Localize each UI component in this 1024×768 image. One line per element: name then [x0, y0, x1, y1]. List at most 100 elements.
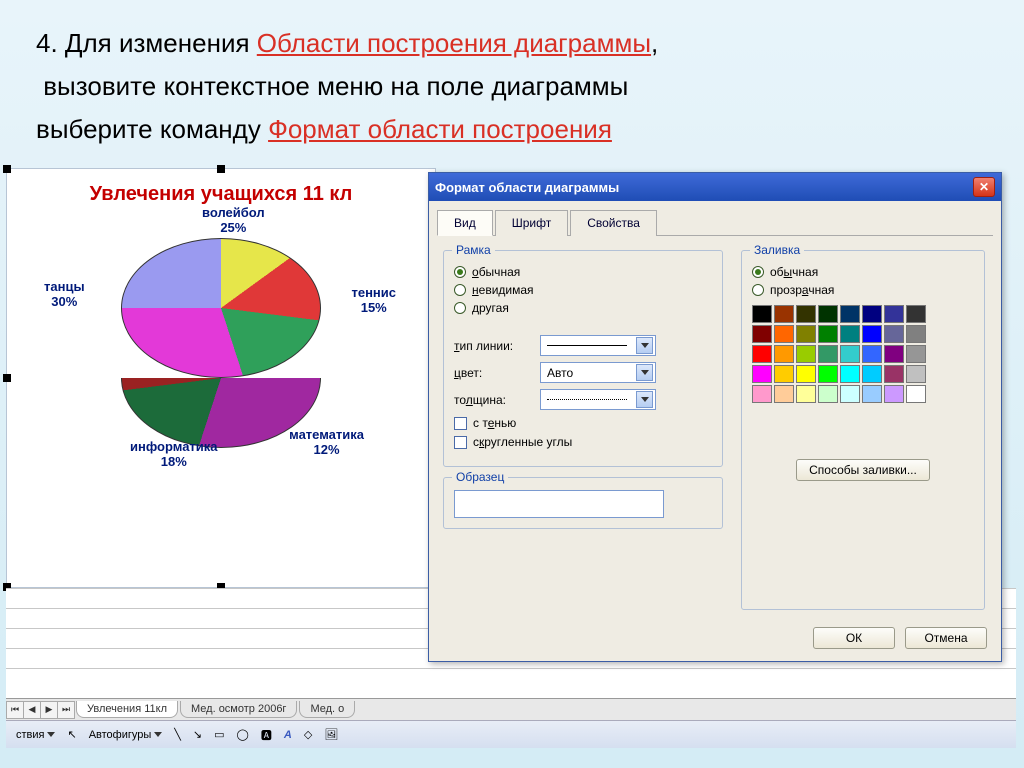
- color-swatch[interactable]: [774, 365, 794, 383]
- color-swatch[interactable]: [862, 385, 882, 403]
- chart-plot-area[interactable]: Увлечения учащихся 11 кл волейбол25% тен…: [6, 168, 436, 588]
- tab-font[interactable]: Шрифт: [495, 210, 568, 236]
- tab-properties[interactable]: Свойства: [570, 210, 657, 236]
- checkbox-rounded[interactable]: скругленные углы: [454, 435, 712, 449]
- color-swatch[interactable]: [840, 365, 860, 383]
- wordart-tool-icon[interactable]: A: [280, 727, 296, 743]
- oval-tool-icon[interactable]: ◯: [233, 726, 253, 743]
- color-swatch[interactable]: [796, 365, 816, 383]
- color-swatch[interactable]: [840, 325, 860, 343]
- color-swatch[interactable]: [818, 385, 838, 403]
- sample-preview: [454, 490, 664, 518]
- instr-prefix: 4. Для изменения: [36, 28, 257, 58]
- color-swatch[interactable]: [906, 345, 926, 363]
- sample-legend: Образец: [452, 470, 508, 484]
- pie-label-informatics: информатика18%: [130, 440, 218, 470]
- sheet-tab-2[interactable]: Мед. осмотр 2006г: [180, 701, 297, 718]
- color-swatch[interactable]: [862, 325, 882, 343]
- checkbox-shadow[interactable]: с тенью: [454, 416, 712, 430]
- color-swatch[interactable]: [840, 385, 860, 403]
- color-swatch[interactable]: [906, 365, 926, 383]
- color-swatch[interactable]: [884, 325, 904, 343]
- color-swatch[interactable]: [840, 305, 860, 323]
- format-chart-area-dialog: Формат области диаграммы ✕ Вид Шрифт Сво…: [428, 172, 1002, 662]
- pie-label-dance: танцы30%: [44, 280, 85, 310]
- instruction-text: 4. Для изменения Области построения диаг…: [0, 0, 1024, 163]
- color-swatch[interactable]: [840, 345, 860, 363]
- sheet-tab-bar: ⏮ ◀ ▶ ⏭ Увлечения 11кл Мед. осмотр 2006г…: [6, 698, 1016, 720]
- color-swatch[interactable]: [884, 305, 904, 323]
- color-swatch[interactable]: [862, 305, 882, 323]
- sheet-tab-active[interactable]: Увлечения 11кл: [76, 701, 178, 718]
- sheet-nav-next-icon[interactable]: ▶: [40, 701, 58, 719]
- cancel-button[interactable]: Отмена: [905, 627, 987, 649]
- radio-frame-other[interactable]: другая: [454, 301, 712, 315]
- color-swatch[interactable]: [884, 385, 904, 403]
- radio-frame-invisible[interactable]: невидимая: [454, 283, 712, 297]
- instr-highlight-1: Области построения диаграммы: [257, 28, 651, 58]
- actions-menu[interactable]: ствия: [12, 727, 59, 743]
- sheet-nav-last-icon[interactable]: ⏭: [57, 701, 75, 719]
- label-thickness: толщина:: [454, 393, 530, 407]
- color-swatch[interactable]: [862, 365, 882, 383]
- combo-thickness[interactable]: [540, 389, 656, 410]
- instr-line3-prefix: выберите команду: [36, 114, 268, 144]
- fill-group: Заливка обычная прозрачная Способы залив…: [741, 250, 985, 610]
- sheet-nav-first-icon[interactable]: ⏮: [6, 701, 24, 719]
- color-swatch[interactable]: [796, 305, 816, 323]
- close-icon[interactable]: ✕: [973, 177, 995, 197]
- fill-methods-button[interactable]: Способы заливки...: [796, 459, 930, 481]
- fill-legend: Заливка: [750, 243, 804, 257]
- pie-chart[interactable]: волейбол25% теннис15% математика12% инфо…: [106, 238, 336, 428]
- color-swatch[interactable]: [818, 365, 838, 383]
- ok-button[interactable]: ОК: [813, 627, 895, 649]
- radio-fill-normal[interactable]: обычная: [752, 265, 974, 279]
- arrow-tool-icon[interactable]: ↘: [189, 726, 206, 743]
- pie-label-tennis: теннис15%: [351, 286, 396, 316]
- rect-tool-icon[interactable]: ▭: [210, 726, 228, 743]
- color-swatch[interactable]: [752, 305, 772, 323]
- color-swatch[interactable]: [818, 325, 838, 343]
- color-swatch[interactable]: [884, 365, 904, 383]
- sheet-nav[interactable]: ⏮ ◀ ▶ ⏭: [6, 701, 74, 719]
- clipart-tool-icon[interactable]: 🖼: [320, 726, 342, 743]
- color-swatch[interactable]: [774, 385, 794, 403]
- autoshapes-menu[interactable]: Автофигуры: [85, 727, 167, 743]
- color-swatch[interactable]: [884, 345, 904, 363]
- color-swatch[interactable]: [906, 305, 926, 323]
- color-swatch[interactable]: [906, 385, 926, 403]
- sheet-tab-3[interactable]: Мед. о: [299, 701, 355, 718]
- instr-line2: вызовите контекстное меню на поле диагра…: [43, 71, 628, 101]
- pie-label-math: математика12%: [289, 428, 364, 458]
- color-swatch[interactable]: [774, 305, 794, 323]
- color-swatch[interactable]: [796, 325, 816, 343]
- color-swatch[interactable]: [796, 345, 816, 363]
- diagram-tool-icon[interactable]: ◇: [300, 726, 316, 743]
- sheet-nav-prev-icon[interactable]: ◀: [23, 701, 41, 719]
- color-swatch[interactable]: [862, 345, 882, 363]
- textbox-tool-icon[interactable]: 🅰: [257, 725, 276, 745]
- frame-legend: Рамка: [452, 243, 495, 257]
- color-swatch[interactable]: [818, 305, 838, 323]
- color-swatch[interactable]: [906, 325, 926, 343]
- select-tool-icon[interactable]: ↖: [63, 726, 80, 743]
- color-swatch[interactable]: [774, 325, 794, 343]
- color-swatch[interactable]: [752, 325, 772, 343]
- color-swatch[interactable]: [752, 365, 772, 383]
- color-swatch[interactable]: [796, 385, 816, 403]
- tab-view[interactable]: Вид: [437, 210, 493, 236]
- color-swatch[interactable]: [774, 345, 794, 363]
- combo-line-type[interactable]: [540, 335, 656, 356]
- dialog-titlebar[interactable]: Формат области диаграммы ✕: [429, 173, 1001, 201]
- dialog-title: Формат области диаграммы: [435, 180, 619, 195]
- radio-fill-transparent[interactable]: прозрачная: [752, 283, 974, 297]
- color-swatch[interactable]: [752, 345, 772, 363]
- combo-color[interactable]: Авто: [540, 362, 656, 383]
- color-swatch[interactable]: [818, 345, 838, 363]
- dialog-tabs: Вид Шрифт Свойства: [437, 209, 993, 236]
- pie-label-volleyball: волейбол25%: [202, 206, 265, 236]
- radio-frame-normal[interactable]: ообычнаябычная: [454, 265, 712, 279]
- color-swatch[interactable]: [752, 385, 772, 403]
- line-tool-icon[interactable]: ╲: [170, 726, 185, 743]
- color-palette: [752, 305, 974, 403]
